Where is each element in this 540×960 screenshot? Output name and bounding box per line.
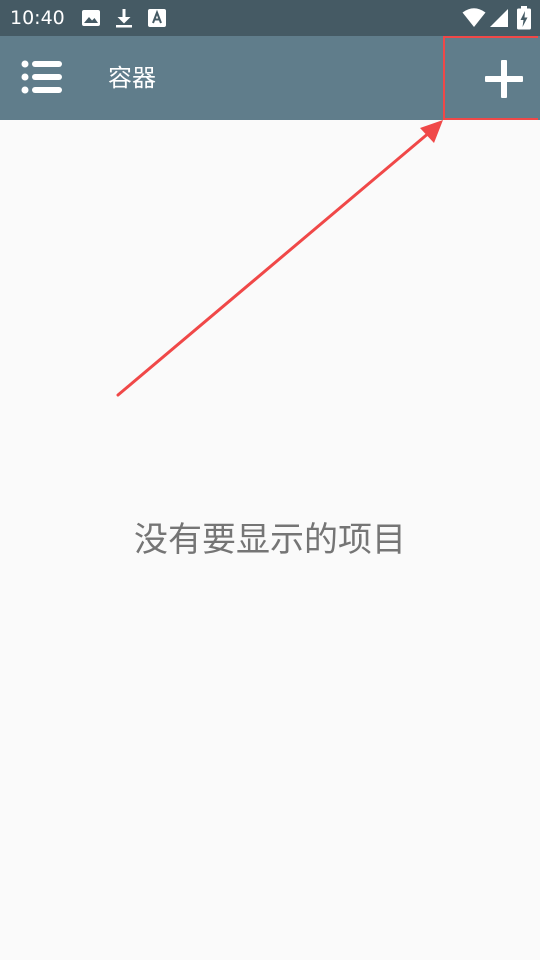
empty-state-message: 没有要显示的项目 (134, 520, 406, 560)
page-title: 容器 (108, 64, 156, 92)
battery-charging-icon (517, 6, 531, 30)
menu-button[interactable] (16, 56, 68, 100)
status-bar: 10:40 (0, 0, 540, 36)
font-a-icon (148, 9, 166, 27)
app-bar: 容器 (0, 36, 540, 120)
list-menu-icon (21, 60, 62, 94)
annotation-arrow (116, 120, 443, 397)
signal-icon (490, 9, 508, 27)
screen: 10:40 容器 没有要显示的项目 (0, 0, 540, 960)
add-container-button[interactable] (443, 36, 540, 120)
plus-icon (485, 60, 523, 98)
wifi-icon (462, 8, 486, 27)
status-time: 10:40 (10, 7, 65, 29)
image-icon (82, 10, 100, 26)
download-icon (116, 9, 132, 28)
